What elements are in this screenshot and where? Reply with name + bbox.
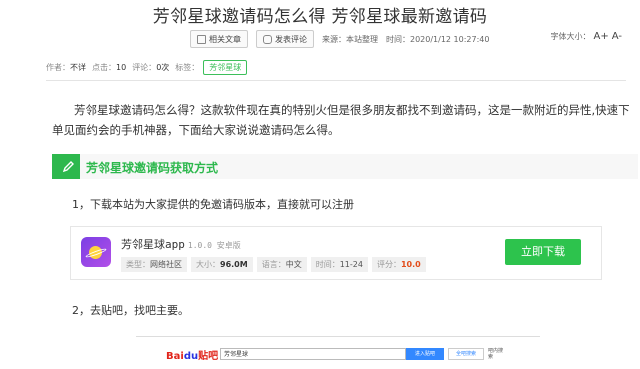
article-toolbar: 相关文章 发表评论 来源：本站整理 时间：2020/1/12 10:27:40	[190, 30, 498, 48]
clicks-value: 10	[116, 63, 127, 72]
related-articles-button[interactable]: 相关文章	[190, 30, 248, 48]
tags-key: 标签：	[175, 63, 200, 72]
app-name[interactable]: 芳邻星球app 1.0.0 安卓版	[121, 236, 241, 252]
related-articles-label: 相关文章	[209, 34, 241, 44]
type-chip: 类型：网络社区	[121, 257, 187, 272]
app-version: 1.0.0 安卓版	[187, 241, 241, 250]
pencil-icon	[56, 154, 80, 179]
comment-icon	[263, 34, 272, 44]
section-title: 芳邻星球邀请码获取方式	[86, 161, 219, 175]
tag-link[interactable]: 芳邻星球	[203, 60, 248, 75]
type-key: 类型：	[126, 260, 150, 269]
page-title: 芳邻星球邀请码怎么得 芳邻星球最新邀请码	[152, 7, 488, 27]
language-key: 语言：	[261, 260, 286, 269]
score-chip: 评分：10.0	[371, 257, 426, 272]
clicks-key: 点击：	[92, 63, 116, 72]
article-meta: 作者： 不详 点击： 10 评论： 0次 标签： 芳邻星球	[46, 60, 248, 75]
logo-tieba: 贴吧	[198, 351, 219, 362]
time-value: 11-24	[339, 260, 363, 269]
enter-tieba-button: 进入贴吧	[406, 348, 444, 360]
app-download-card: 芳邻星球app 1.0.0 安卓版 类型：网络社区 大小：96.0M 语言：中文 …	[70, 226, 602, 280]
divider	[46, 80, 626, 81]
search-all-button: 全吧搜索	[448, 348, 484, 360]
source-text: 来源：本站整理	[322, 34, 378, 44]
app-icon	[81, 237, 111, 267]
font-size-control: 字体大小： A+ A-	[551, 31, 622, 42]
publish-time: 时间：2020/1/12 10:27:40	[386, 34, 490, 44]
tieba-screenshot: Baidu贴吧 芳邻星球 进入贴吧 全吧搜索 吧内搜索	[136, 336, 540, 369]
author-key: 作者：	[46, 63, 70, 72]
download-button[interactable]: 立即下载	[505, 239, 581, 265]
post-comment-label: 发表评论	[275, 34, 307, 44]
type-value: 网络社区	[150, 260, 182, 269]
baidu-tieba-logo: Baidu贴吧	[166, 347, 218, 362]
score-value: 10.0	[400, 260, 421, 269]
time-key: 时间：	[315, 260, 340, 269]
in-bar-search-link: 吧内搜索	[488, 348, 504, 360]
score-key: 评分：	[376, 260, 401, 269]
font-size-label: 字体大小：	[550, 32, 591, 41]
tieba-search-input: 芳邻星球	[220, 348, 406, 360]
comments-key: 评论：	[132, 63, 157, 72]
size-chip: 大小：96.0M	[191, 257, 253, 272]
post-comment-button[interactable]: 发表评论	[256, 30, 314, 48]
app-info-chips: 类型：网络社区 大小：96.0M 语言：中文 时间：11-24 评分：10.0	[121, 257, 426, 272]
section-header: 芳邻星球邀请码获取方式	[52, 154, 638, 179]
size-key: 大小：	[196, 260, 220, 269]
step-2-text: 2，去贴吧，找吧主要。	[72, 304, 189, 317]
step-1-text: 1，下载本站为大家提供的免邀请码版本，直接就可以注册	[72, 198, 354, 211]
time-chip: 时间：11-24	[310, 257, 368, 272]
language-value: 中文	[285, 260, 302, 269]
language-chip: 语言：中文	[256, 257, 307, 272]
document-icon	[197, 34, 206, 44]
author-value: 不详	[70, 63, 86, 72]
size-value: 96.0M	[220, 260, 248, 269]
font-size-increase[interactable]: A+	[594, 31, 609, 42]
logo-bai: Bai	[166, 351, 184, 362]
intro-paragraph: 芳邻星球邀请码怎么得？这款软件现在真的特别火但是很多朋友都找不到邀请码，这是一款…	[52, 103, 630, 137]
font-size-decrease[interactable]: A-	[612, 31, 622, 42]
comments-value: 0次	[156, 63, 170, 72]
logo-du: du	[183, 351, 199, 362]
app-name-text: 芳邻星球app	[121, 238, 185, 251]
